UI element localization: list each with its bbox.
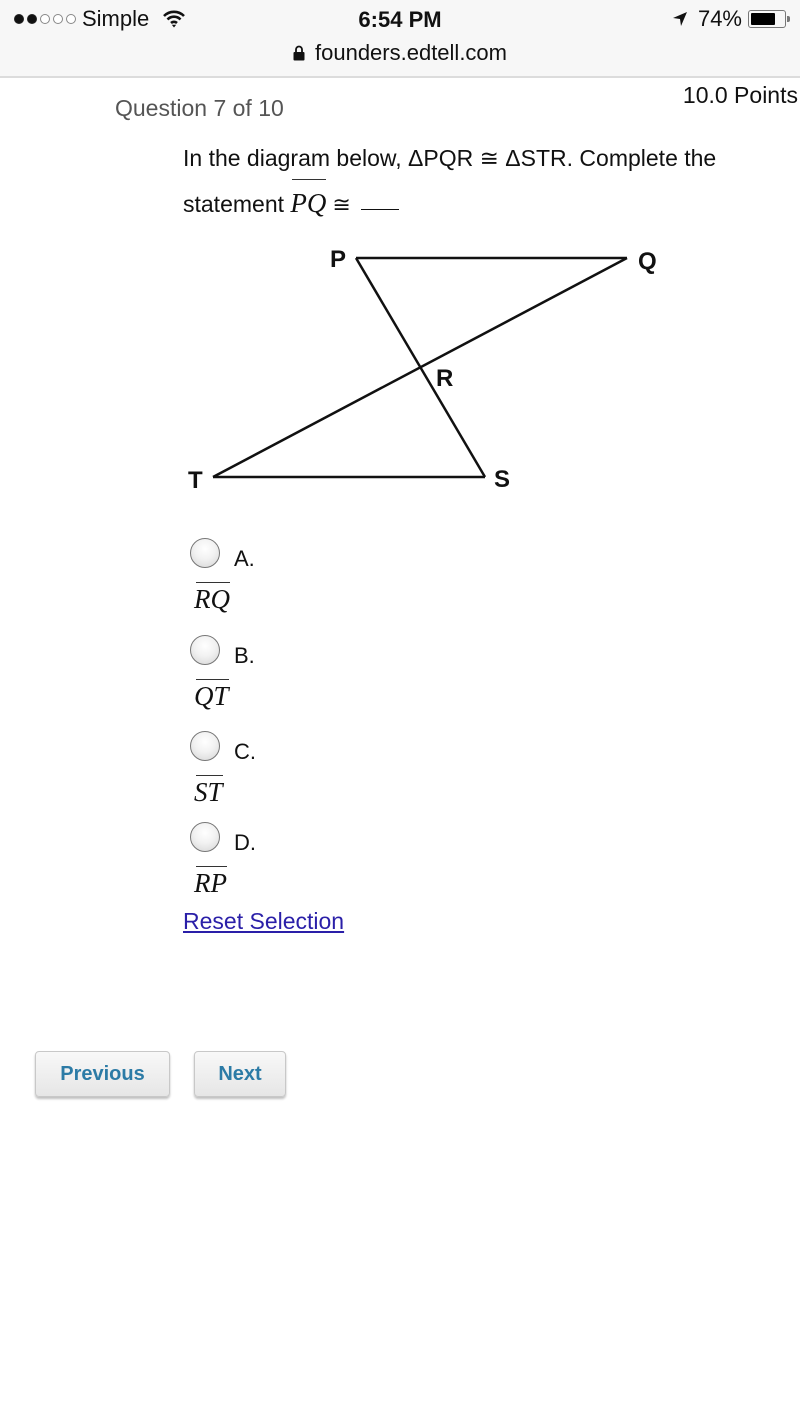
vertex-label-p: P bbox=[330, 246, 346, 273]
vertex-label-q: Q bbox=[638, 248, 657, 275]
lock-icon bbox=[293, 45, 305, 61]
segment-label: QT bbox=[194, 681, 229, 711]
choice-letter: A. bbox=[234, 546, 255, 571]
previous-button[interactable]: Previous bbox=[35, 1051, 170, 1097]
question-text-line1: In the diagram below, ΔPQR ≅ ΔSTR. Compl… bbox=[183, 145, 717, 171]
overline bbox=[196, 582, 230, 583]
question-text-line2: statement PQ ≅ bbox=[183, 179, 783, 228]
question-points: 10.0 Points bbox=[682, 82, 798, 108]
address-bar[interactable]: founders.edtell.com bbox=[0, 40, 800, 66]
status-bar: Simple 6:54 PM 74% founders.edtell.com bbox=[0, 0, 800, 78]
triangle-diagram: P Q R S T bbox=[188, 246, 657, 494]
overline bbox=[292, 179, 327, 180]
congruent-symbol: ≅ bbox=[332, 193, 351, 218]
next-button[interactable]: Next bbox=[194, 1051, 286, 1097]
question-number: Question 7 of 10 bbox=[115, 95, 284, 121]
radio-button[interactable] bbox=[190, 822, 220, 852]
overline bbox=[196, 866, 227, 867]
choice-a[interactable]: A. RQ bbox=[190, 538, 390, 628]
choice-segment: RP bbox=[194, 866, 227, 899]
url-text: founders.edtell.com bbox=[315, 40, 507, 65]
question-statement-prefix: statement bbox=[183, 191, 284, 217]
overline bbox=[196, 679, 229, 680]
segment-label: RQ bbox=[194, 584, 230, 614]
choice-segment: RQ bbox=[194, 582, 230, 615]
choice-c[interactable]: C. ST bbox=[190, 731, 390, 821]
choice-letter: C. bbox=[234, 739, 256, 764]
segment-pq: PQ bbox=[290, 179, 327, 226]
battery-fill bbox=[751, 13, 775, 25]
question-text: In the diagram below, ΔPQR ≅ ΔSTR. Compl… bbox=[183, 136, 783, 228]
segment-label: RP bbox=[194, 868, 227, 898]
choice-letter: B. bbox=[234, 643, 255, 668]
status-right: 74% bbox=[672, 6, 790, 32]
choice-segment: ST bbox=[194, 775, 223, 808]
choice-b[interactable]: B. QT bbox=[190, 635, 390, 725]
segment-label: ST bbox=[194, 777, 223, 807]
battery-nub bbox=[787, 16, 790, 22]
reset-selection-link[interactable]: Reset Selection bbox=[183, 908, 344, 935]
radio-button[interactable] bbox=[190, 538, 220, 568]
choice-segment: QT bbox=[194, 679, 229, 712]
vertex-label-t: T bbox=[188, 467, 203, 494]
choice-d[interactable]: D. RP bbox=[190, 822, 390, 912]
radio-button[interactable] bbox=[190, 635, 220, 665]
answer-blank bbox=[360, 209, 399, 210]
vertex-label-s: S bbox=[494, 466, 510, 493]
battery-icon bbox=[748, 10, 790, 28]
segment-label: PQ bbox=[290, 188, 327, 218]
segment-qt-line bbox=[212, 256, 628, 479]
choice-letter: D. bbox=[234, 830, 256, 855]
radio-button[interactable] bbox=[190, 731, 220, 761]
overline bbox=[196, 775, 223, 776]
location-arrow-icon bbox=[672, 12, 687, 26]
vertex-label-r: R bbox=[436, 365, 453, 392]
battery-percent: 74% bbox=[697, 6, 742, 31]
